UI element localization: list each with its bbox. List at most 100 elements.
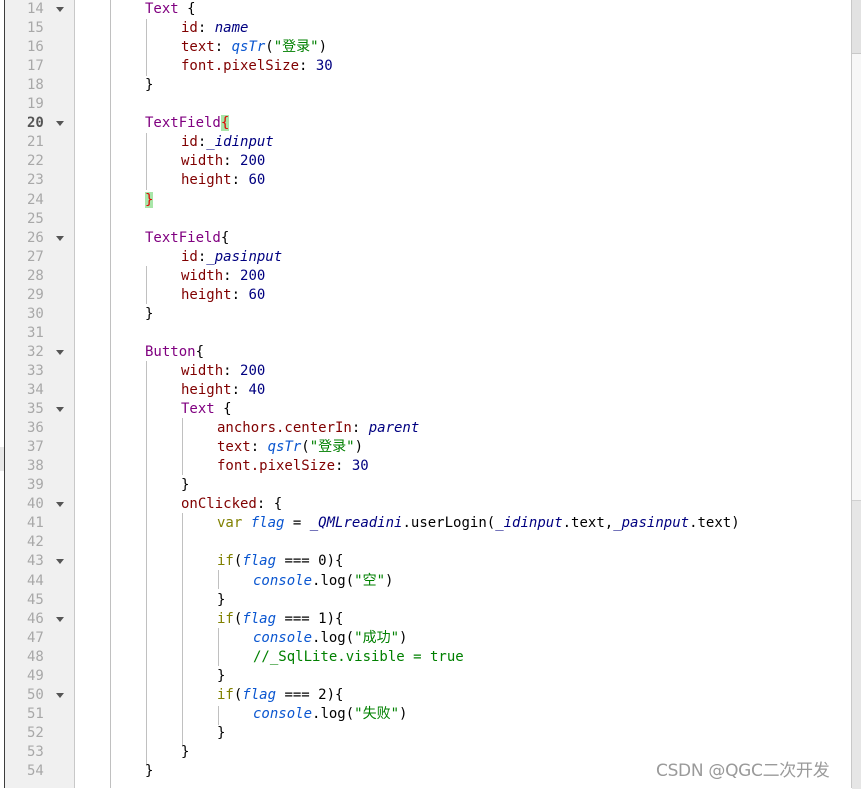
code-line[interactable]: console.log("空") [253, 572, 393, 591]
fold-toggle-icon[interactable] [56, 349, 64, 355]
line-number: 26 [27, 229, 44, 246]
code-token-plain: .text, [562, 515, 614, 532]
code-token-plain: ( [265, 39, 274, 56]
code-token-plain: : [351, 420, 369, 437]
code-token-plain: : [214, 39, 232, 56]
code-token-prop: id [181, 20, 198, 37]
fold-toggle-icon[interactable] [56, 407, 64, 413]
code-line[interactable]: height: 60 [181, 171, 265, 190]
line-number-row: 37 [5, 438, 74, 457]
code-token-plain: } [145, 305, 154, 322]
fold-toggle-icon[interactable] [56, 559, 64, 565]
code-token-num: 200 [240, 267, 266, 284]
scrollbar-track-lower[interactable] [852, 500, 861, 789]
fold-toggle-icon[interactable] [56, 502, 64, 508]
fold-toggle-icon[interactable] [56, 7, 64, 12]
code-token-fn: flag [250, 515, 285, 532]
vertical-scrollbar[interactable] [851, 0, 861, 789]
code-line[interactable]: var flag = _QMLreadini.userLogin(_idinpu… [217, 514, 740, 533]
code-line[interactable]: font.pixelSize: 30 [217, 457, 369, 476]
code-line[interactable]: console.log("成功") [253, 629, 407, 648]
code-line[interactable]: } [217, 667, 225, 686]
code-line[interactable]: text: qsTr("登录") [181, 38, 327, 57]
code-line[interactable]: TextField{ [145, 229, 229, 248]
line-number-row: 47 [5, 629, 74, 648]
code-line[interactable]: TextField{ [145, 114, 230, 133]
code-line[interactable]: } [181, 476, 189, 495]
scrollbar-thumb[interactable] [852, 0, 861, 54]
code-line[interactable]: height: 60 [181, 286, 265, 305]
code-token-prop: id [181, 134, 198, 151]
code-token-plain: = [284, 515, 310, 532]
code-token-num: 30 [351, 458, 369, 475]
code-line[interactable]: Text { [181, 400, 232, 419]
fold-toggle-icon[interactable] [56, 616, 64, 622]
code-line[interactable]: font.pixelSize: 30 [181, 57, 333, 76]
code-token-plain: : [231, 382, 249, 398]
line-number: 15 [27, 20, 44, 37]
indent-guide [146, 266, 147, 304]
code-line[interactable]: id: name [181, 19, 248, 38]
code-token-fn: qsTr [267, 439, 302, 456]
line-number: 14 [27, 1, 44, 17]
code-area[interactable]: Text {id: name text: qsTr("登录") font.pixel… [75, 0, 850, 788]
line-number-row: 27 [5, 248, 74, 267]
indent-guide [182, 418, 183, 475]
line-number: 53 [27, 743, 44, 760]
code-line[interactable]: } [145, 191, 154, 210]
code-line[interactable]: height: 40 [181, 381, 265, 400]
code-line[interactable]: width: 200 [181, 267, 265, 286]
indent-guide [182, 513, 183, 747]
fold-toggle-icon[interactable] [56, 121, 64, 127]
fold-toggle-icon[interactable] [56, 235, 64, 241]
code-line[interactable]: } [181, 743, 189, 762]
code-token-type: TextField [145, 115, 221, 132]
code-token-type: Text [145, 1, 179, 17]
code-token-str: "成功" [354, 629, 400, 646]
code-token-plain: { [214, 401, 232, 418]
indent-guide [218, 570, 219, 589]
code-token-fn: qsTr [231, 39, 266, 56]
code-line[interactable]: } [217, 724, 225, 743]
code-token-kw: if [217, 686, 234, 703]
code-token-str: "登录" [309, 439, 355, 456]
code-token-plain: } [217, 591, 226, 608]
code-line[interactable]: id:_pasinput [181, 248, 282, 267]
code-token-num: 60 [248, 286, 266, 303]
code-token-plain: } [145, 77, 154, 94]
code-line[interactable]: width: 200 [181, 362, 265, 381]
code-token-str: "失败" [354, 705, 400, 722]
code-line[interactable]: } [145, 762, 153, 781]
code-token-plain: .userLogin( [402, 515, 496, 532]
code-token-cmt: //_SqlLite.visible = true [253, 648, 464, 665]
code-line[interactable]: } [145, 305, 153, 324]
code-line[interactable]: anchors.centerIn: parent [217, 419, 419, 438]
code-token-fn: flag [242, 553, 277, 570]
code-token-plain: ) [385, 572, 394, 589]
code-line[interactable]: text: qsTr("登录") [217, 438, 363, 457]
code-line[interactable]: } [217, 591, 225, 610]
fold-toggle-icon[interactable] [56, 692, 64, 698]
code-line[interactable]: if(flag === 2){ [217, 686, 343, 705]
code-line[interactable]: console.log("失败") [253, 705, 407, 724]
code-line[interactable]: if(flag === 1){ [217, 610, 343, 629]
code-line[interactable]: if(flag === 0){ [217, 552, 343, 571]
code-line[interactable]: Button{ [145, 343, 204, 362]
code-line[interactable]: onClicked: { [181, 495, 282, 514]
code-line[interactable]: width: 200 [181, 152, 265, 171]
line-number: 18 [27, 77, 44, 94]
code-token-kw: if [217, 553, 234, 570]
code-token-plain: .text) [689, 515, 740, 532]
code-token-plain: ) [354, 439, 364, 456]
code-line[interactable]: } [145, 76, 153, 95]
line-number: 37 [27, 439, 44, 456]
code-token-plain: : [223, 267, 241, 284]
code-line[interactable]: //_SqlLite.visible = true [253, 648, 464, 667]
indent-guide [146, 19, 147, 76]
code-line[interactable]: id:_idinput [181, 133, 274, 152]
watermark: CSDN @QGC二次开发 [656, 761, 830, 781]
code-line[interactable]: Text { [145, 0, 196, 19]
code-token-plain: === 0){ [276, 553, 344, 570]
line-number: 40 [27, 496, 44, 513]
